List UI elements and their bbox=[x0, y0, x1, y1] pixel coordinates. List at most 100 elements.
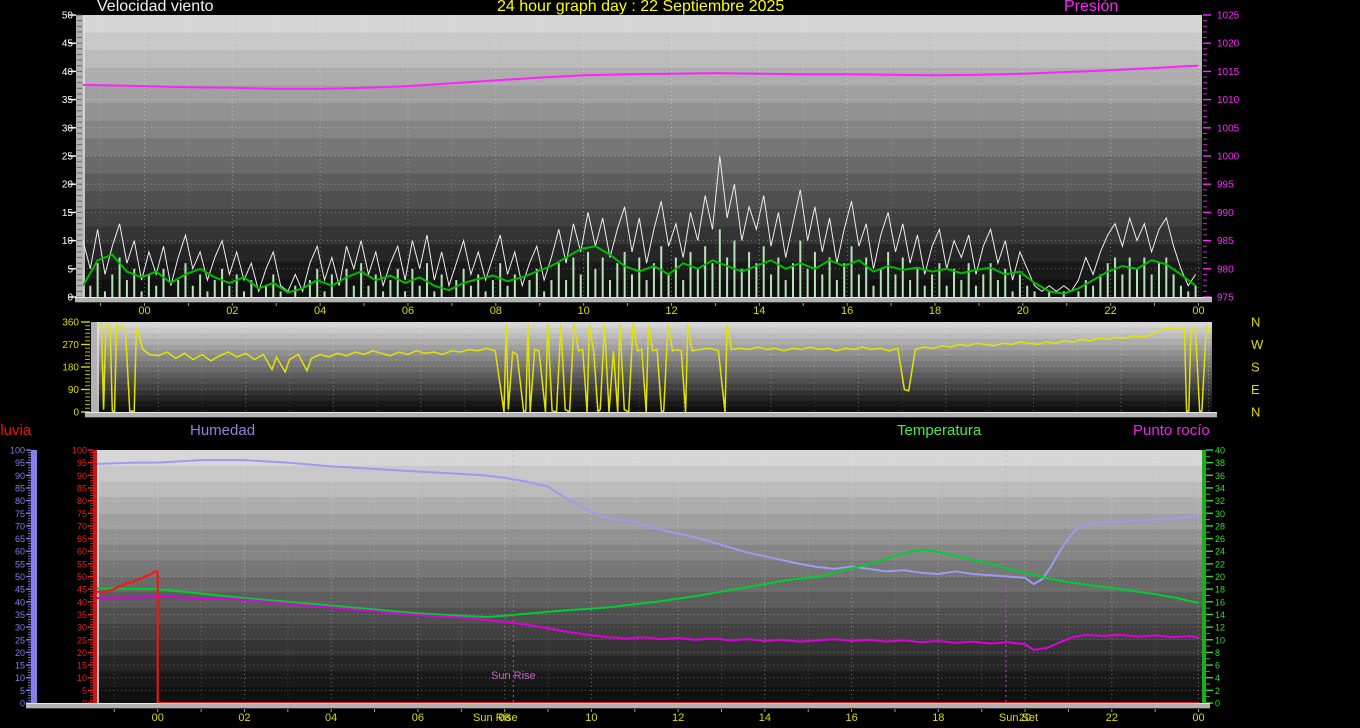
compass-letter: S bbox=[1251, 360, 1260, 375]
y-tick-label: 975 bbox=[1217, 293, 1234, 304]
x-tick-labels: 00 02 04 06 08 10 12 14 16 18 20 22 00 bbox=[138, 305, 1204, 317]
x-tick-label: 06 bbox=[412, 712, 424, 724]
y-tick-label: 22 bbox=[1215, 559, 1225, 569]
y-tick-label: 8 bbox=[1215, 648, 1220, 658]
y-tick-label: 40 bbox=[62, 67, 74, 78]
y-tick-label: 25 bbox=[62, 152, 74, 163]
y-tick-label: 15 bbox=[15, 661, 25, 671]
y-tick-label: 20 bbox=[1215, 572, 1225, 582]
y-tick-label: 60 bbox=[77, 547, 87, 557]
x-tick-label: 18 bbox=[932, 712, 944, 724]
y-tick-label: 55 bbox=[77, 559, 87, 569]
y-tick-label: 10 bbox=[15, 673, 25, 683]
y-tick-label: 85 bbox=[15, 483, 25, 493]
y-tick-label: 50 bbox=[62, 11, 74, 22]
y-tick-label: 65 bbox=[15, 534, 25, 544]
y-tick-label: 90 bbox=[68, 385, 80, 396]
y-tick-label: 5 bbox=[67, 264, 73, 275]
y-tick-label: 95 bbox=[15, 458, 25, 468]
weather-graph-screen: Velocidad viento 24 hour graph day : 22 … bbox=[0, 0, 1360, 728]
y-tick-label: 1005 bbox=[1217, 123, 1240, 134]
y-tick-label: 1015 bbox=[1217, 67, 1240, 78]
y-tick-label: 55 bbox=[15, 559, 25, 569]
y-tick-label: 270 bbox=[62, 340, 79, 351]
x-tick-label: 10 bbox=[585, 712, 597, 724]
y-tick-label: 32 bbox=[1215, 496, 1225, 506]
x-tick-label: 10 bbox=[578, 305, 590, 317]
y-tick-label: 80 bbox=[77, 496, 87, 506]
direction-left-scale: 0 90 180 270 360 bbox=[62, 318, 90, 419]
y-tick-label: 50 bbox=[77, 572, 87, 582]
y-tick-label: 5 bbox=[82, 686, 87, 696]
y-tick-label: 12 bbox=[1215, 623, 1225, 633]
humidity-scale: 0 5 10 15 20 25 30 35 40 45 50 55 60 65 70 75 80 85 90 95 10… bbox=[10, 446, 31, 709]
y-tick-label: 36 bbox=[1215, 471, 1225, 481]
y-tick-label: 45 bbox=[62, 39, 74, 50]
x-tick-label: 14 bbox=[753, 305, 765, 317]
x-tick-label: 22 bbox=[1106, 712, 1118, 724]
x-tick-label: 20 bbox=[1017, 305, 1029, 317]
y-tick-label: 28 bbox=[1215, 521, 1225, 531]
y-tick-label: 990 bbox=[1217, 208, 1234, 219]
x-tick-label: 22 bbox=[1105, 305, 1117, 317]
y-tick-label: 24 bbox=[1215, 547, 1225, 557]
compass-letter: E bbox=[1251, 382, 1260, 397]
y-tick-label: 6 bbox=[1215, 661, 1220, 671]
y-tick-label: 45 bbox=[15, 585, 25, 595]
y-tick-label: 45 bbox=[77, 585, 87, 595]
y-tick-label: 0 bbox=[1215, 699, 1220, 709]
x-tick-label: 12 bbox=[665, 305, 677, 317]
y-tick-label: 75 bbox=[77, 509, 87, 519]
y-tick-label: 70 bbox=[77, 521, 87, 531]
y-tick-label: 40 bbox=[77, 597, 87, 607]
y-tick-label: 2 bbox=[1215, 686, 1220, 696]
hour-ticks bbox=[100, 303, 1199, 306]
y-tick-label: 0 bbox=[73, 408, 79, 419]
climate-x-axis-bar bbox=[26, 703, 1210, 709]
wind-panel-background bbox=[83, 15, 1202, 298]
sunrise-plot-label: Sun Rise bbox=[491, 670, 536, 682]
y-tick-label: 20 bbox=[77, 648, 87, 658]
y-tick-label: 75 bbox=[15, 509, 25, 519]
humidity-axis-bar bbox=[31, 450, 37, 703]
y-tick-label: 90 bbox=[77, 471, 87, 481]
y-tick-label: 18 bbox=[1215, 585, 1225, 595]
x-tick-label: 00 bbox=[152, 712, 164, 724]
y-tick-label: 60 bbox=[15, 547, 25, 557]
sunrise-axis-label: Sun Rise bbox=[473, 712, 518, 724]
y-tick-label: 35 bbox=[77, 610, 87, 620]
sun-axis-labels: Sun Rise Sun Set bbox=[473, 712, 1038, 724]
x-tick-label: 12 bbox=[672, 712, 684, 724]
y-tick-label: 10 bbox=[62, 236, 74, 247]
x-tick-label: 00 bbox=[138, 305, 150, 317]
x-tick-label: 02 bbox=[226, 305, 238, 317]
y-tick-label: 360 bbox=[62, 318, 79, 329]
y-tick-label: 10 bbox=[1215, 635, 1225, 645]
x-tick-label: 06 bbox=[402, 305, 414, 317]
x-tick-label: 00 bbox=[1192, 712, 1204, 724]
compass-letter: N bbox=[1251, 315, 1260, 330]
y-tick-label: 30 bbox=[15, 623, 25, 633]
y-tick-label: 14 bbox=[1215, 610, 1225, 620]
y-tick-label: 1010 bbox=[1217, 95, 1240, 106]
temperature-axis-bar bbox=[1202, 450, 1206, 703]
y-tick-label: 995 bbox=[1217, 180, 1234, 191]
y-tick-label: 5 bbox=[20, 686, 25, 696]
wind-x-axis-bar bbox=[75, 297, 1212, 303]
compass-letter: N bbox=[1251, 405, 1260, 420]
y-tick-label: 80 bbox=[15, 496, 25, 506]
x-tick-label: 00 bbox=[1192, 305, 1204, 317]
x-tick-label: 04 bbox=[325, 712, 337, 724]
y-tick-label: 0 bbox=[67, 293, 73, 304]
sunset-axis-label: Sun Set bbox=[999, 712, 1038, 724]
x-tick-labels: 00 02 04 06 08 10 12 14 16 18 20 22 00 bbox=[152, 712, 1205, 724]
x-tick-label: 08 bbox=[490, 305, 502, 317]
x-tick-label: 16 bbox=[841, 305, 853, 317]
y-tick-label: 180 bbox=[62, 363, 79, 374]
x-tick-label: 02 bbox=[238, 712, 250, 724]
y-tick-label: 70 bbox=[15, 521, 25, 531]
rain-axis-bar bbox=[93, 450, 97, 703]
y-tick-label: 20 bbox=[15, 648, 25, 658]
y-tick-label: 65 bbox=[77, 534, 87, 544]
y-tick-label: 16 bbox=[1215, 597, 1225, 607]
